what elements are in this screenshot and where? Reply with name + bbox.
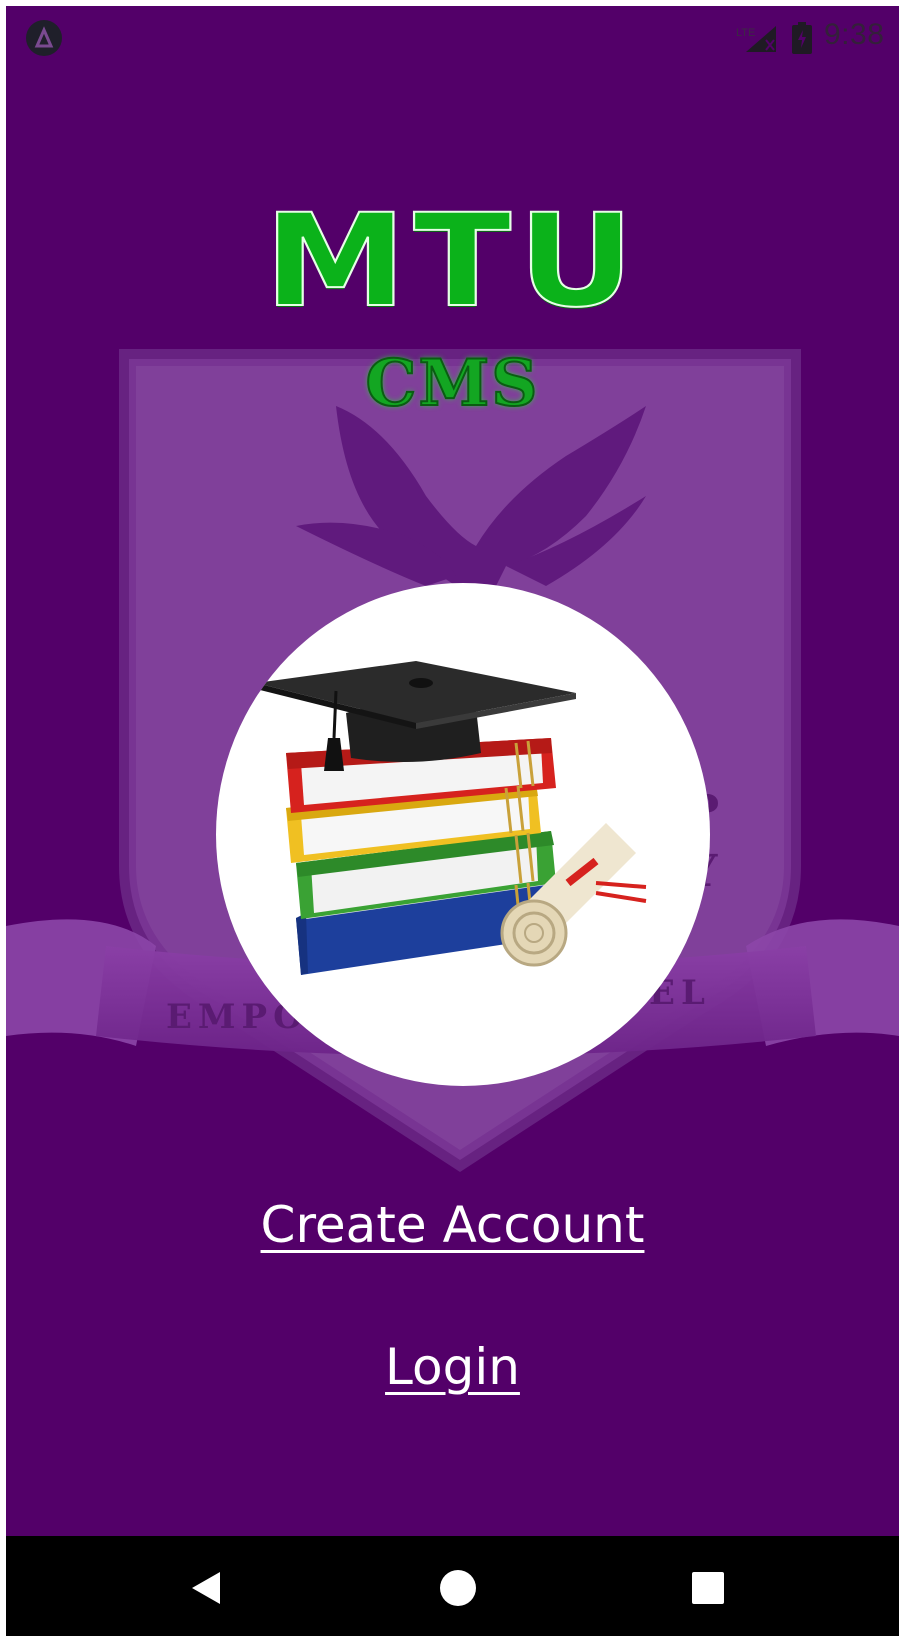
app-screen: LTE 9:38 EMPOW CEL MTU CMS Create Accoun… <box>6 6 899 1536</box>
back-icon[interactable] <box>180 1560 236 1616</box>
status-time: 9:38 <box>824 18 885 51</box>
signal-icon: LTE <box>736 26 776 52</box>
create-account-link[interactable]: Create Account <box>6 1196 899 1254</box>
status-bar: LTE 9:38 <box>6 6 899 70</box>
login-link[interactable]: Login <box>6 1338 899 1396</box>
recents-icon[interactable] <box>680 1560 736 1616</box>
navigation-bar <box>6 1536 899 1636</box>
home-icon[interactable] <box>430 1560 486 1616</box>
battery-icon <box>792 22 812 54</box>
app-notification-icon <box>26 20 62 56</box>
network-type-label: LTE <box>736 27 755 39</box>
graduation-image <box>216 583 710 1086</box>
phone-frame: LTE 9:38 EMPOW CEL MTU CMS Create Accoun… <box>0 0 899 1636</box>
app-logo-subtitle: CMS <box>365 346 540 421</box>
app-logo-title: MTU <box>263 187 642 336</box>
